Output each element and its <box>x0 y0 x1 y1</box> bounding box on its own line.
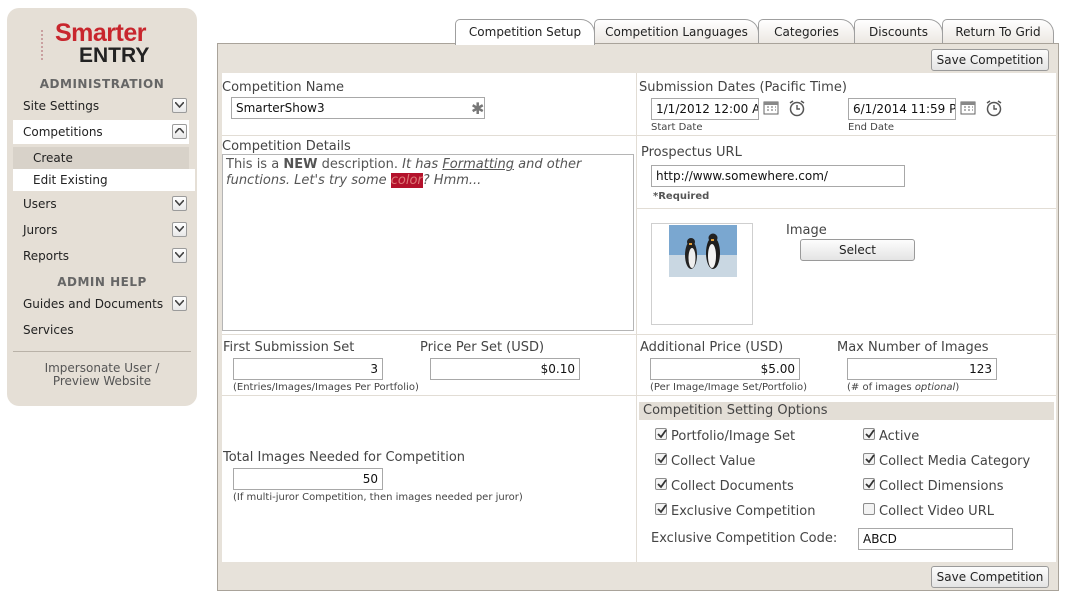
competition-details-editor[interactable]: This is a NEW description. It has Format… <box>222 154 634 331</box>
first-submission-set-note: (Entries/Images/Images Per Portfolio) <box>233 382 419 393</box>
additional-price-input[interactable]: $5.00 <box>650 358 800 380</box>
collect-documents-label: Collect Documents <box>671 479 794 494</box>
administration-heading: ADMINISTRATION <box>39 77 165 91</box>
image-label: Image <box>786 223 827 238</box>
competition-name-label: Competition Name <box>222 80 345 95</box>
logo-line2: ENTRY <box>79 44 150 67</box>
collect-value-label: Collect Value <box>671 454 756 469</box>
max-images-label: Max Number of Images <box>837 340 989 355</box>
competition-details-label: Competition Details <box>222 139 351 154</box>
chevron-down-icon[interactable] <box>172 248 187 263</box>
collect-media-category-checkbox[interactable] <box>863 453 875 465</box>
sidebar-item-services[interactable]: Services <box>13 318 189 342</box>
chevron-down-icon[interactable] <box>172 196 187 211</box>
total-images-label: Total Images Needed for Competition <box>223 450 466 465</box>
clock-icon[interactable] <box>788 99 806 117</box>
collect-video-url-label: Collect Video URL <box>879 504 994 519</box>
price-per-set-label: Price Per Set (USD) <box>420 340 545 355</box>
save-competition-button-top[interactable]: Save Competition <box>931 49 1049 71</box>
calendar-icon[interactable] <box>763 100 781 118</box>
collect-dimensions-label: Collect Dimensions <box>879 479 1004 494</box>
clock-icon[interactable] <box>985 99 1003 117</box>
sidebar-item-reports[interactable]: Reports <box>13 244 189 268</box>
tab-discounts[interactable]: Discounts <box>854 19 943 44</box>
required-note: *Required <box>653 191 710 202</box>
start-date-input[interactable]: 1/1/2012 12:00 AM <box>651 98 759 120</box>
additional-price-label: Additional Price (USD) <box>640 340 784 355</box>
exclusive-competition-label: Exclusive Competition <box>671 504 816 519</box>
sidebar-item-jurors[interactable]: Jurors <box>13 218 189 242</box>
additional-price-note: (Per Image/Image Set/Portfolio) <box>650 382 808 393</box>
sidebar-item-site-settings[interactable]: Site Settings <box>13 94 189 118</box>
sidebar-subitem-edit-existing[interactable]: Edit Existing <box>13 169 195 191</box>
chevron-up-icon[interactable] <box>172 124 187 139</box>
tab-categories[interactable]: Categories <box>758 19 855 44</box>
sidebar-item-guides[interactable]: Guides and Documents <box>13 292 189 316</box>
competition-setup-panel: Save Competition Competition Name Smarte… <box>217 43 1059 591</box>
submission-dates-label: Submission Dates (Pacific Time) <box>639 80 847 95</box>
impersonate-user-link[interactable]: Impersonate User / Preview Website <box>7 362 197 388</box>
active-checkbox[interactable] <box>863 428 875 440</box>
portfolio-label: Portfolio/Image Set <box>671 429 796 444</box>
collect-video-url-checkbox[interactable] <box>863 503 875 515</box>
portfolio-checkbox[interactable] <box>655 428 667 440</box>
select-image-button[interactable]: Select <box>800 239 915 261</box>
first-submission-set-input[interactable]: 3 <box>233 358 383 380</box>
end-date-input[interactable]: 6/1/2014 11:59 PM <box>848 98 956 120</box>
total-images-note: (If multi-juror Competition, then images… <box>233 492 523 503</box>
price-per-set-input[interactable]: $0.10 <box>430 358 580 380</box>
tab-competition-setup[interactable]: Competition Setup <box>455 19 595 45</box>
max-images-note: (# of images optional) <box>847 382 960 393</box>
exclusive-code-label: Exclusive Competition Code: <box>651 531 838 546</box>
tab-competition-languages[interactable]: Competition Languages <box>594 19 759 44</box>
save-competition-button-bottom[interactable]: Save Competition <box>931 566 1049 588</box>
chevron-down-icon[interactable] <box>172 296 187 311</box>
chevron-down-icon[interactable] <box>172 98 187 113</box>
options-heading: Competition Setting Options <box>639 402 1054 420</box>
collect-documents-checkbox[interactable] <box>655 478 667 490</box>
required-asterisk-icon: ✱ <box>471 99 485 118</box>
collect-media-category-label: Collect Media Category <box>879 454 1031 469</box>
competition-name-input[interactable]: SmarterShow3 <box>231 97 485 119</box>
collect-value-checkbox[interactable] <box>655 453 667 465</box>
exclusive-code-input[interactable]: ABCD <box>858 528 1013 550</box>
prospectus-url-input[interactable]: http://www.somewhere.com/ <box>651 165 905 187</box>
calendar-icon[interactable] <box>960 100 978 118</box>
end-date-label: End Date <box>848 122 895 133</box>
first-submission-set-label: First Submission Set <box>223 340 355 355</box>
smarter-entry-logo[interactable]: Smarter ENTRY <box>41 20 151 72</box>
total-images-input[interactable]: 50 <box>233 468 383 490</box>
image-thumbnail-frame <box>651 223 753 325</box>
sidebar-item-users[interactable]: Users <box>13 192 189 216</box>
sidebar-subitem-create[interactable]: Create <box>13 147 189 169</box>
tab-return-to-grid[interactable]: Return To Grid <box>942 19 1054 44</box>
collect-dimensions-checkbox[interactable] <box>863 478 875 490</box>
form-area: Competition Name SmarterShow3 ✱ Submissi… <box>222 73 1056 562</box>
active-label: Active <box>879 429 920 444</box>
logo-line1: Smarter <box>55 19 147 47</box>
sidebar-divider <box>13 351 191 352</box>
max-images-input[interactable]: 123 <box>847 358 997 380</box>
prospectus-url-label: Prospectus URL <box>641 145 742 160</box>
start-date-label: Start Date <box>651 122 703 133</box>
penguins-image <box>669 225 737 277</box>
exclusive-competition-checkbox[interactable] <box>655 503 667 515</box>
sidebar: Smarter ENTRY ADMINISTRATION Site Settin… <box>7 8 197 406</box>
admin-help-heading: ADMIN HELP <box>57 275 147 289</box>
sidebar-item-competitions[interactable]: Competitions <box>13 120 189 144</box>
chevron-down-icon[interactable] <box>172 222 187 237</box>
